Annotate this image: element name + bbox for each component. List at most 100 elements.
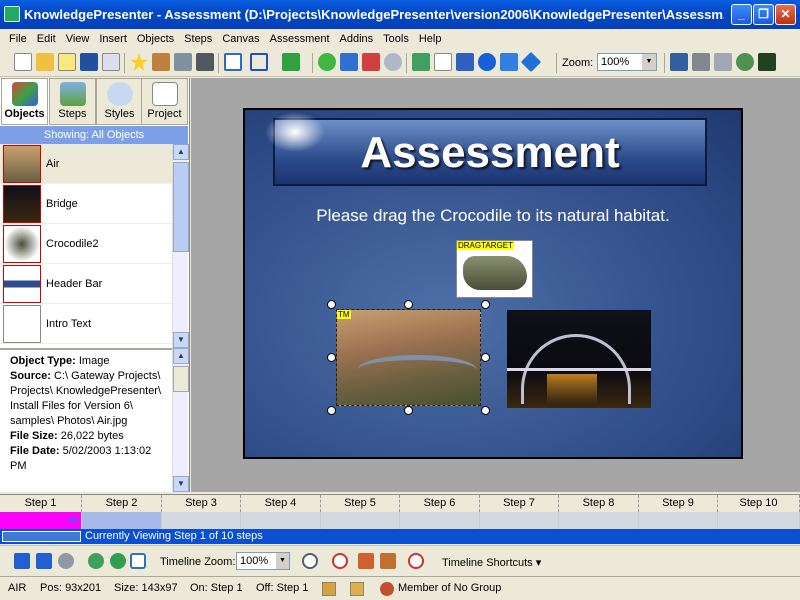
add-object-icon[interactable] [318,53,336,71]
step-track[interactable] [639,512,718,529]
air-image[interactable]: TM [336,309,481,406]
menu-edit[interactable]: Edit [32,33,61,45]
intro-text[interactable]: Please drag the Crocodile to its natural… [245,206,741,226]
resize-handle[interactable] [404,406,413,415]
resize-handle[interactable] [327,406,336,415]
menu-tools[interactable]: Tools [378,33,414,45]
copy-icon[interactable] [322,582,336,596]
globe-icon[interactable] [736,53,754,71]
object-list-scrollbar[interactable]: ▲ ▼ [172,144,189,348]
resize-handle[interactable] [481,353,490,362]
step-forward-icon[interactable] [110,553,126,569]
step-track[interactable] [241,512,321,529]
forward-icon[interactable] [478,53,496,71]
step-header[interactable]: Step 8 [559,495,639,512]
resize-handle[interactable] [481,406,490,415]
step-header[interactable]: Step 5 [321,495,400,512]
list-item[interactable]: Intro Text [0,304,172,344]
maximize-button[interactable]: ❐ [753,4,774,25]
tab-styles[interactable]: Styles [96,78,143,125]
menu-view[interactable]: View [61,33,95,45]
step-header[interactable]: Step 3 [162,495,241,512]
step-header[interactable]: Step 9 [639,495,718,512]
menu-insert[interactable]: Insert [94,33,132,45]
refresh-icon[interactable] [88,553,104,569]
scroll-up-icon[interactable]: ▲ [173,144,189,160]
scroll-up-icon[interactable]: ▲ [173,348,189,364]
list-item[interactable]: Crocodile2 [0,224,172,264]
step-track[interactable] [718,512,800,529]
previous-step-icon[interactable] [14,553,30,569]
header-bar[interactable]: Assessment [265,112,707,186]
menu-addins[interactable]: Addins [335,33,379,45]
menu-assessment[interactable]: Assessment [265,33,335,45]
stopwatch-icon[interactable] [302,553,318,569]
server-icon[interactable] [692,53,710,71]
step-track[interactable] [480,512,559,529]
menu-canvas[interactable]: Canvas [217,33,264,45]
step-track[interactable] [321,512,400,529]
step-track[interactable] [162,512,241,529]
new-icon[interactable] [14,53,32,71]
resize-handle[interactable] [481,300,490,309]
properties-scrollbar[interactable]: ▲ ▼ [172,348,189,492]
open-icon[interactable] [36,53,54,71]
scroll-down-icon[interactable]: ▼ [173,476,189,492]
save-icon[interactable] [80,53,98,71]
timeline-zoom-select[interactable]: 100% ▼ [236,552,290,570]
slide[interactable]: Assessment Please drag the Crocodile to … [243,108,743,459]
step-header[interactable]: Step 2 [82,495,162,512]
grid-alt-icon[interactable] [380,553,396,569]
step-header[interactable]: Step 7 [480,495,559,512]
tab-objects[interactable]: Objects [1,78,48,125]
arrow-up-icon[interactable] [282,53,300,71]
list-item[interactable]: Header Bar [0,264,172,304]
menu-help[interactable]: Help [414,33,447,45]
eraser-icon[interactable] [384,53,402,71]
clock-icon[interactable] [130,553,146,569]
resize-handle[interactable] [327,300,336,309]
step-header[interactable]: Step 6 [400,495,480,512]
showing-filter[interactable]: Showing: All Objects [0,126,188,144]
tag-icon[interactable] [412,53,430,71]
scroll-down-icon[interactable]: ▼ [173,332,189,348]
next-step-icon[interactable] [36,553,52,569]
zoom-select[interactable]: 100% ▼ [597,53,657,71]
crocodile-image[interactable]: DRAGTARGET [456,240,533,298]
slide-icon[interactable] [456,53,474,71]
minimize-button[interactable]: _ [731,4,752,25]
image-icon[interactable] [340,53,358,71]
frame-icon[interactable] [250,53,268,71]
preview-icon[interactable] [102,53,120,71]
step-track[interactable] [559,512,639,529]
diamond-icon[interactable] [520,51,542,73]
updown-icon[interactable] [500,53,518,71]
step-header[interactable]: Step 4 [241,495,321,512]
list-item[interactable]: Bridge [0,184,172,224]
close-button[interactable]: ✕ [775,4,796,25]
step-track-active[interactable]: ➔ [0,512,82,529]
menu-steps[interactable]: Steps [179,33,217,45]
cube-icon[interactable] [714,53,732,71]
scroll-thumb[interactable] [173,162,189,252]
step-header[interactable]: Step 10 [718,495,800,512]
lock-icon[interactable] [152,53,170,71]
scroll-thumb[interactable] [173,366,189,392]
timeline-shortcuts-menu[interactable]: Timeline Shortcuts ▾ [442,556,541,569]
menu-file[interactable]: File [4,33,32,45]
page-icon[interactable] [434,53,452,71]
timer-icon[interactable] [408,553,424,569]
bridge-image[interactable] [507,310,651,408]
alarm-icon[interactable] [332,553,348,569]
paste-icon[interactable] [350,582,364,596]
tab-project[interactable]: Project [141,78,188,125]
list-item[interactable]: Air [0,144,172,184]
step-track[interactable] [400,512,480,529]
resize-handle[interactable] [404,300,413,309]
step-settings-icon[interactable] [58,553,74,569]
grid-icon[interactable] [358,553,374,569]
camera-icon[interactable] [196,53,214,71]
menu-objects[interactable]: Objects [132,33,179,45]
shapes-icon[interactable] [362,53,380,71]
edit-icon[interactable] [58,53,76,71]
